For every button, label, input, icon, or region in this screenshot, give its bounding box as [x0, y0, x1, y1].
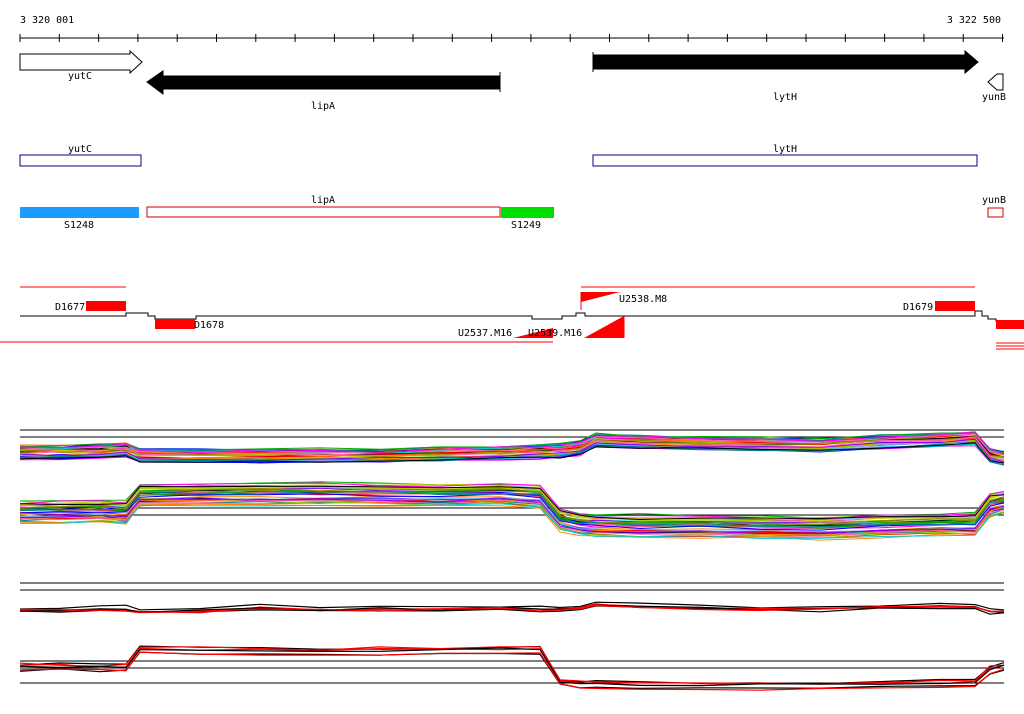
- transcription-units-track: D1677 D1678 U2537.M16 U2539.M16 U2538.M8…: [0, 286, 1024, 350]
- svg-text:lytH: lytH: [773, 144, 797, 155]
- segment-S1248[interactable]: S1248: [20, 207, 139, 231]
- genome-browser-view: 3 320 001 3 322 500 yutC lipA lytH yunB …: [0, 15, 1024, 691]
- transcript-D1677[interactable]: D1677: [55, 301, 126, 313]
- summary-lines-c: [19, 601, 1005, 615]
- transcript-U2538-M8[interactable]: U2538.M8: [580, 292, 667, 310]
- gene-box-lytH[interactable]: lytH: [592, 144, 978, 167]
- plus-strand-genes-track: yutC lytH: [19, 144, 978, 167]
- svg-text:yutC: yutC: [68, 71, 92, 82]
- segment-S1249[interactable]: S1249: [501, 207, 554, 231]
- expression-line: [19, 490, 1005, 527]
- svg-text:yunB: yunB: [982, 92, 1006, 103]
- gene-arrow-lytH[interactable]: lytH: [592, 49, 979, 103]
- ruler-end-label: 3 322 500: [947, 15, 1001, 26]
- transcript-D1679[interactable]: D1679: [903, 301, 1024, 329]
- svg-text:S1249: S1249: [511, 220, 541, 231]
- svg-text:lipA: lipA: [311, 101, 335, 112]
- expression-lines-b: [19, 481, 1005, 541]
- expression-profile-plus-strand: [19, 429, 1005, 466]
- svg-text:lipA: lipA: [311, 195, 335, 206]
- gene-arrow-lipA[interactable]: lipA: [146, 70, 501, 112]
- summary-profile-minus-strand: [19, 645, 1005, 691]
- svg-text:D1677: D1677: [55, 302, 85, 313]
- gene-arrow-yutC[interactable]: yutC: [19, 49, 143, 82]
- svg-text:U2537.M16: U2537.M16: [458, 328, 512, 339]
- ruler-start-label: 3 320 001: [20, 15, 74, 26]
- expression-profile-minus-strand: [19, 481, 1005, 541]
- svg-text:U2539.M16: U2539.M16: [528, 328, 582, 339]
- minus-strand-genes-track: S1248 lipA S1249 yunB: [20, 195, 1006, 231]
- svg-text:D1679: D1679: [903, 302, 933, 313]
- expression-line: [19, 645, 1005, 685]
- gene-box-yutC[interactable]: yutC: [19, 144, 142, 167]
- svg-text:lytH: lytH: [773, 92, 797, 103]
- coordinate-ruler: 3 320 001 3 322 500: [19, 15, 1004, 42]
- transcript-D1678[interactable]: D1678: [155, 319, 224, 331]
- gene-arrow-yunB[interactable]: yunB: [982, 73, 1006, 103]
- svg-text:yunB: yunB: [982, 195, 1006, 206]
- svg-text:S1248: S1248: [64, 220, 94, 231]
- summary-profile-plus-strand: [19, 582, 1005, 615]
- gene-arrows-track: yutC lipA lytH yunB: [19, 49, 1006, 112]
- svg-text:U2538.M8: U2538.M8: [619, 294, 667, 305]
- gene-box-lipA[interactable]: lipA: [146, 195, 501, 218]
- gene-box-yunB[interactable]: yunB: [982, 195, 1006, 218]
- svg-text:yutC: yutC: [68, 144, 92, 155]
- svg-text:D1678: D1678: [194, 320, 224, 331]
